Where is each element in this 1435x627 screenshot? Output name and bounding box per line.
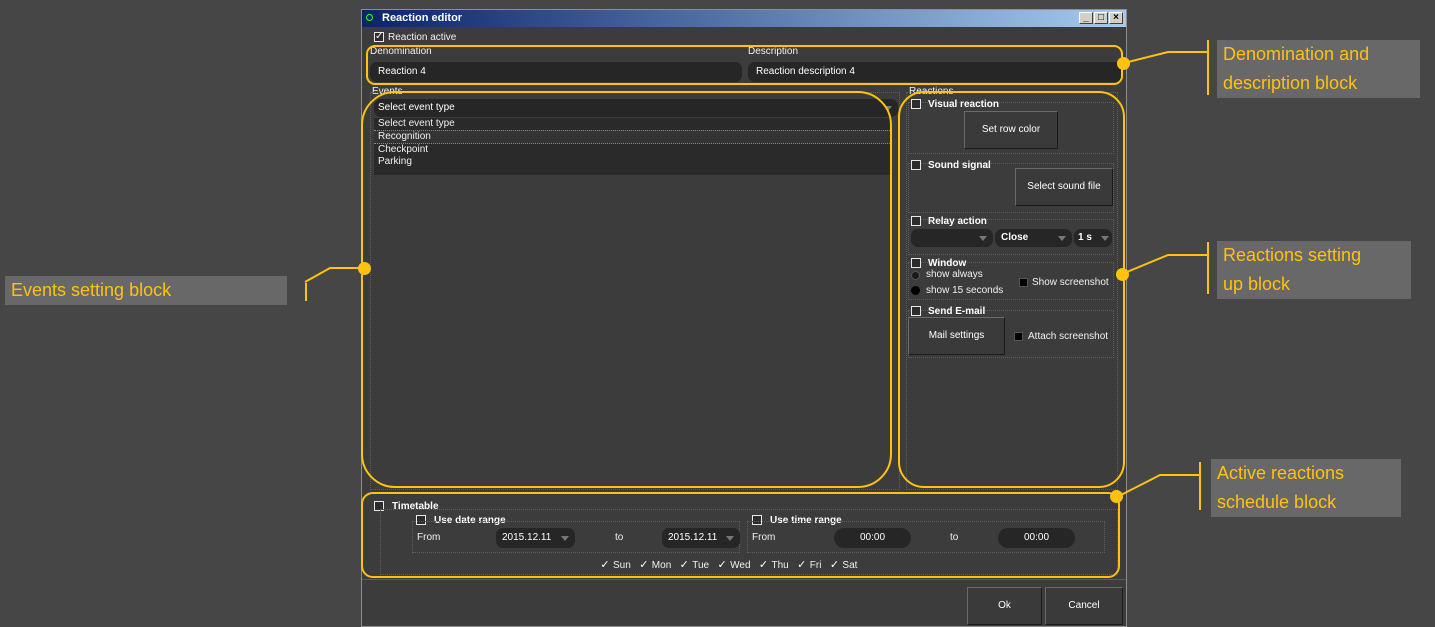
annotation-denomination: Denomination and description block [1217, 40, 1420, 98]
annotation-text: Events setting block [11, 280, 172, 300]
annotation-events: Events setting block [5, 276, 287, 305]
annotation-text: Reactions setting [1223, 245, 1362, 265]
leader-line [1116, 474, 1199, 498]
annotation-reactions: Reactions setting up block [1217, 241, 1411, 299]
leader-line [304, 267, 364, 283]
annotation-dot [358, 262, 371, 275]
annotation-text: description block [1223, 73, 1358, 93]
annotation-text: schedule block [1217, 492, 1337, 512]
leader-line [1121, 254, 1207, 275]
leader-line [1123, 51, 1207, 64]
annotation-dot [1116, 268, 1129, 281]
annotation-dot [1110, 490, 1123, 503]
annotation-text: Active reactions [1217, 463, 1345, 483]
annotation-text: up block [1223, 274, 1291, 294]
annotation-dot [1117, 57, 1130, 70]
annotation-text: Denomination and [1223, 44, 1370, 64]
annotation-schedule: Active reactions schedule block [1211, 459, 1401, 517]
